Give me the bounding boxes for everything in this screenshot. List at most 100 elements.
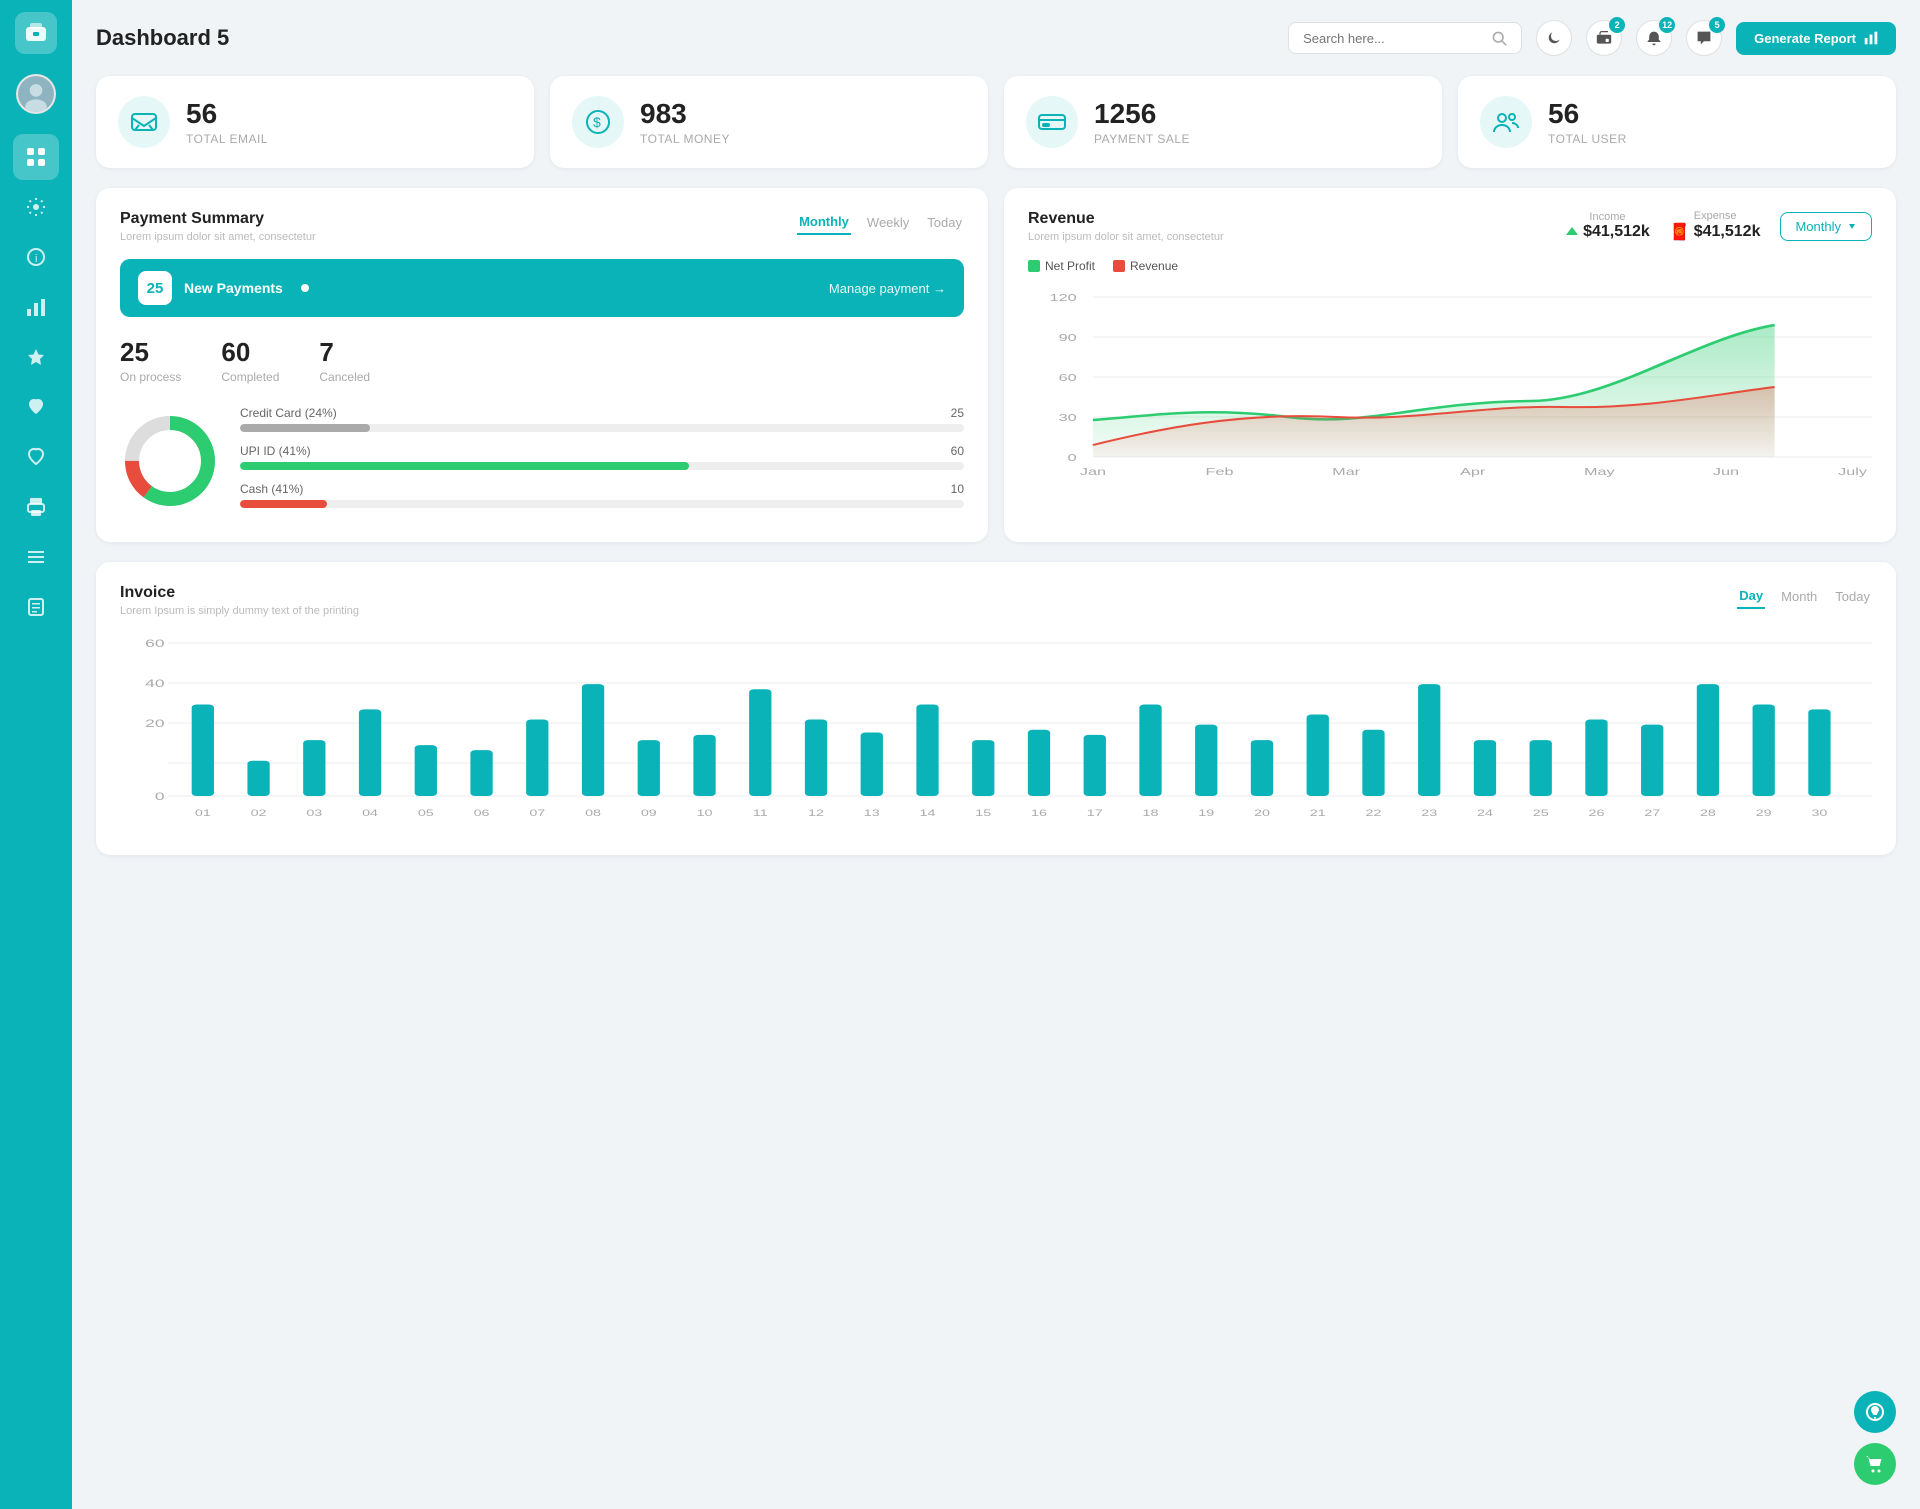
email-icon [118, 96, 170, 148]
bar-cash: Cash (41%) 10 [240, 482, 964, 508]
generate-report-button[interactable]: Generate Report [1736, 22, 1896, 55]
new-payment-bar: 25 New Payments Manage payment → [120, 259, 964, 317]
svg-text:60: 60 [1059, 372, 1077, 383]
on-process-stat: 25 On process [120, 337, 181, 384]
sidebar-item-list[interactable] [13, 534, 59, 580]
svg-text:03: 03 [306, 808, 322, 819]
stat-money-info: 983 TOTAL MONEY [640, 98, 730, 146]
sidebar-item-print[interactable] [13, 484, 59, 530]
svg-text:18: 18 [1143, 808, 1159, 819]
revenue-title: Revenue [1028, 210, 1224, 228]
message-badge: 5 [1709, 17, 1725, 33]
svg-text:26: 26 [1588, 808, 1604, 819]
svg-text:i: i [35, 253, 37, 265]
sidebar-item-info[interactable]: i [13, 234, 59, 280]
page-title: Dashboard 5 [96, 25, 229, 51]
stat-money-label: TOTAL MONEY [640, 132, 730, 146]
tab-weekly[interactable]: Weekly [865, 211, 911, 234]
net-profit-dot [1028, 260, 1040, 272]
payment-details: Credit Card (24%) 25 UPI ID (41%) 60 [120, 406, 964, 520]
manage-payment-link[interactable]: Manage payment → [829, 281, 946, 296]
payment-tabs: Monthly Weekly Today [797, 210, 964, 235]
svg-text:13: 13 [864, 808, 880, 819]
sidebar-item-heart2[interactable] [13, 434, 59, 480]
stat-money-num: 983 [640, 98, 730, 130]
stat-card-user: 56 TOTAL USER [1458, 76, 1896, 168]
header-right: 2 12 5 Generate Report [1288, 20, 1896, 56]
stat-payment-label: PAYMENT SALE [1094, 132, 1190, 146]
svg-text:25: 25 [1533, 808, 1549, 819]
dark-mode-toggle[interactable] [1536, 20, 1572, 56]
svg-text:17: 17 [1087, 808, 1103, 819]
sidebar-item-dashboard[interactable] [13, 134, 59, 180]
header: Dashboard 5 2 12 [96, 20, 1896, 56]
svg-text:60: 60 [145, 638, 164, 650]
message-btn[interactable]: 5 [1686, 20, 1722, 56]
avatar[interactable] [16, 74, 56, 114]
cart-float-btn[interactable] [1854, 1443, 1896, 1485]
invoice-tab-today[interactable]: Today [1833, 585, 1872, 608]
revenue-legend: Net Profit Revenue [1028, 259, 1872, 273]
wallet-icon [1596, 30, 1612, 46]
bar-credit-label: Credit Card (24%) 25 [240, 406, 964, 420]
stat-user-label: TOTAL USER [1548, 132, 1627, 146]
bar-credit-fill [240, 424, 370, 432]
new-payment-left: 25 New Payments [138, 271, 309, 305]
svg-text:Mar: Mar [1332, 466, 1361, 477]
payment-header: Payment Summary Lorem ipsum dolor sit am… [120, 210, 964, 243]
new-payment-label: New Payments [184, 280, 283, 296]
stat-user-num: 56 [1548, 98, 1627, 130]
completed-num: 60 [221, 337, 279, 368]
svg-text:02: 02 [251, 808, 267, 819]
canceled-label: Canceled [319, 370, 370, 384]
search-box[interactable] [1288, 22, 1522, 54]
stat-email-num: 56 [186, 98, 268, 130]
expense-label: Expense [1670, 210, 1761, 222]
invoice-title: Invoice [120, 584, 359, 602]
bar-cash-track [240, 500, 964, 508]
sidebar-item-star[interactable] [13, 334, 59, 380]
svg-text:July: July [1838, 466, 1867, 477]
donut-chart [120, 411, 220, 516]
svg-text:09: 09 [641, 808, 657, 819]
revenue-chart: 120 90 60 30 0 [1028, 287, 1872, 487]
svg-text:14: 14 [920, 808, 936, 819]
svg-text:28: 28 [1700, 808, 1716, 819]
revenue-monthly-btn[interactable]: Monthly [1780, 212, 1872, 241]
svg-text:01: 01 [195, 808, 211, 819]
revenue-header: Revenue Lorem ipsum dolor sit amet, cons… [1028, 210, 1872, 243]
sidebar-item-settings[interactable] [13, 184, 59, 230]
tab-today[interactable]: Today [925, 211, 964, 234]
bar-upi-track [240, 462, 964, 470]
on-process-num: 25 [120, 337, 181, 368]
bar-upi: UPI ID (41%) 60 [240, 444, 964, 470]
expense-metric: Expense 🧧 $41,512k [1670, 210, 1761, 242]
money-icon: $ [572, 96, 624, 148]
canceled-stat: 7 Canceled [319, 337, 370, 384]
support-float-btn[interactable] [1854, 1391, 1896, 1433]
bar-upi-label: UPI ID (41%) 60 [240, 444, 964, 458]
wallet-btn[interactable]: 2 [1586, 20, 1622, 56]
invoice-tab-day[interactable]: Day [1737, 584, 1765, 609]
sidebar-item-doc[interactable] [13, 584, 59, 630]
stat-payment-num: 1256 [1094, 98, 1190, 130]
income-metric: Income $41,512k [1565, 211, 1650, 241]
panels-row: Payment Summary Lorem ipsum dolor sit am… [96, 188, 1896, 542]
stats-mini-row: 25 On process 60 Completed 7 Canceled [120, 337, 964, 384]
bar-credit: Credit Card (24%) 25 [240, 406, 964, 432]
svg-text:08: 08 [585, 808, 601, 819]
payment-header-left: Payment Summary Lorem ipsum dolor sit am… [120, 210, 316, 243]
invoice-tab-month[interactable]: Month [1779, 585, 1819, 608]
expense-val: 🧧 $41,512k [1670, 222, 1761, 242]
new-payment-dot [301, 284, 309, 292]
sidebar-item-analytics[interactable] [13, 284, 59, 330]
search-input[interactable] [1303, 31, 1483, 46]
sidebar: i [0, 0, 72, 1509]
income-val: $41,512k [1565, 223, 1650, 241]
sidebar-logo[interactable] [15, 12, 57, 54]
tab-monthly[interactable]: Monthly [797, 210, 851, 235]
svg-text:Jun: Jun [1713, 466, 1739, 477]
notification-btn[interactable]: 12 [1636, 20, 1672, 56]
sidebar-item-favorites[interactable] [13, 384, 59, 430]
svg-text:10: 10 [697, 808, 713, 819]
